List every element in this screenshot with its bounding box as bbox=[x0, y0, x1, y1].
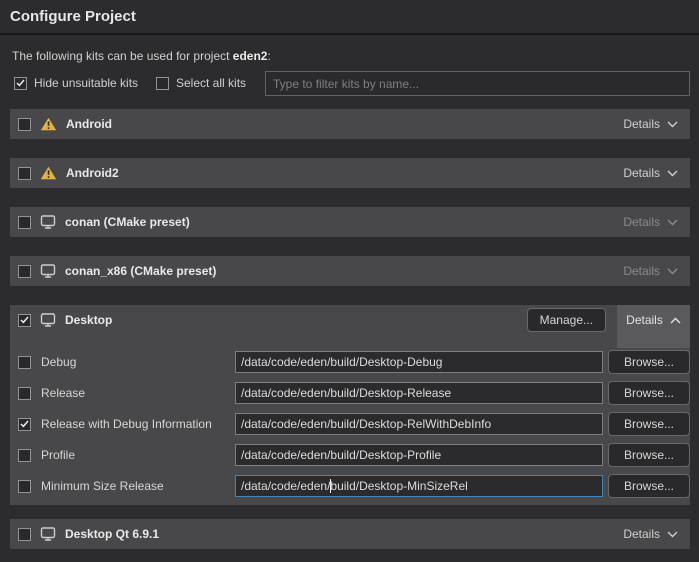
intro-text: The following kits can be used for proje… bbox=[12, 49, 271, 63]
kit-row-conan-x86: conan_x86 (CMake preset) Details bbox=[10, 256, 690, 286]
config-label: Profile bbox=[41, 448, 235, 462]
details-button-desktop-qt[interactable]: Details bbox=[623, 527, 690, 541]
kit-name: Android2 bbox=[66, 166, 119, 180]
chevron-down-icon bbox=[667, 531, 678, 538]
config-checkbox[interactable] bbox=[18, 356, 31, 369]
build-path-input-debug[interactable] bbox=[235, 351, 603, 373]
kit-name: Desktop bbox=[65, 313, 112, 327]
browse-button-profile[interactable]: Browse... bbox=[608, 443, 690, 467]
browse-button-relwithdebinfo[interactable]: Browse... bbox=[608, 412, 690, 436]
build-path-wrap bbox=[235, 444, 603, 466]
kit-row-desktop: Desktop Manage... Details bbox=[10, 305, 690, 335]
kit-name: conan (CMake preset) bbox=[65, 215, 190, 229]
config-checkbox[interactable] bbox=[18, 449, 31, 462]
checkbox-icon bbox=[156, 77, 169, 90]
build-path-wrap bbox=[235, 475, 603, 497]
intro-suffix: : bbox=[267, 49, 270, 63]
browse-button-minsizerel[interactable]: Browse... bbox=[608, 474, 690, 498]
kit-card-desktop: Desktop Manage... Details Debug Browse..… bbox=[10, 305, 690, 505]
intro-prefix: The following kits can be used for proje… bbox=[12, 49, 233, 63]
config-row-release: Release Browse... bbox=[18, 381, 690, 405]
kit-checkbox[interactable] bbox=[18, 528, 31, 541]
page-title: Configure Project bbox=[10, 8, 136, 25]
config-checkbox[interactable] bbox=[18, 387, 31, 400]
kit-filter-input[interactable] bbox=[265, 71, 690, 96]
config-checkbox[interactable] bbox=[18, 418, 31, 431]
chevron-down-icon bbox=[667, 121, 678, 128]
chevron-down-icon bbox=[667, 268, 678, 275]
text-cursor bbox=[330, 479, 331, 493]
chevron-down-icon bbox=[667, 170, 678, 177]
hide-unsuitable-kits-checkbox[interactable]: Hide unsuitable kits bbox=[14, 76, 138, 90]
checkbox-icon bbox=[14, 77, 27, 90]
kit-checkbox[interactable] bbox=[18, 167, 31, 180]
select-all-kits-checkbox[interactable]: Select all kits bbox=[156, 76, 246, 90]
config-label: Release with Debug Information bbox=[41, 417, 235, 431]
kit-row-android: Android Details bbox=[10, 109, 690, 139]
kit-checkbox[interactable] bbox=[18, 118, 31, 131]
details-label: Details bbox=[626, 313, 663, 327]
kit-name: conan_x86 (CMake preset) bbox=[65, 264, 216, 278]
desktop-icon bbox=[40, 313, 56, 327]
config-row-debug: Debug Browse... bbox=[18, 350, 690, 374]
check-icon bbox=[16, 79, 25, 87]
check-icon bbox=[20, 316, 29, 324]
desktop-icon bbox=[40, 527, 56, 541]
kit-row-android2: Android2 Details bbox=[10, 158, 690, 188]
warning-icon bbox=[40, 117, 57, 131]
kit-name: Android bbox=[66, 117, 112, 131]
build-path-wrap bbox=[235, 413, 603, 435]
details-button-desktop[interactable]: Details bbox=[617, 305, 690, 335]
details-label: Details bbox=[623, 264, 660, 278]
chevron-down-icon bbox=[667, 219, 678, 226]
chevron-up-icon bbox=[670, 317, 681, 324]
details-label: Details bbox=[623, 166, 660, 180]
details-button-android2[interactable]: Details bbox=[623, 166, 690, 180]
config-label: Release bbox=[41, 386, 235, 400]
project-name: eden2 bbox=[233, 49, 268, 63]
desktop-icon bbox=[40, 264, 56, 278]
details-button-conan[interactable]: Details bbox=[623, 215, 690, 229]
details-label: Details bbox=[623, 117, 660, 131]
kit-checkbox[interactable] bbox=[18, 314, 31, 327]
hide-unsuitable-kits-label: Hide unsuitable kits bbox=[34, 76, 138, 90]
kit-checkbox[interactable] bbox=[18, 216, 31, 229]
browse-button-release[interactable]: Browse... bbox=[608, 381, 690, 405]
details-button-conan-x86[interactable]: Details bbox=[623, 264, 690, 278]
details-label: Details bbox=[623, 215, 660, 229]
desktop-icon bbox=[40, 215, 56, 229]
build-path-input-minsizerel[interactable] bbox=[235, 475, 603, 497]
title-divider bbox=[0, 33, 699, 35]
details-button-android[interactable]: Details bbox=[623, 117, 690, 131]
config-row-relwithdebinfo: Release with Debug Information Browse... bbox=[18, 412, 690, 436]
config-checkbox[interactable] bbox=[18, 480, 31, 493]
manage-kits-button[interactable]: Manage... bbox=[527, 308, 606, 332]
kit-row-desktop-qt: Desktop Qt 6.9.1 Details bbox=[10, 519, 690, 549]
config-label: Minimum Size Release bbox=[41, 479, 235, 493]
config-label: Debug bbox=[41, 355, 235, 369]
config-row-profile: Profile Browse... bbox=[18, 443, 690, 467]
build-path-input-release[interactable] bbox=[235, 382, 603, 404]
build-path-input-profile[interactable] bbox=[235, 444, 603, 466]
kit-checkbox[interactable] bbox=[18, 265, 31, 278]
check-icon bbox=[20, 420, 29, 428]
details-label: Details bbox=[623, 527, 660, 541]
browse-button-debug[interactable]: Browse... bbox=[608, 350, 690, 374]
kit-row-conan: conan (CMake preset) Details bbox=[10, 207, 690, 237]
build-path-wrap bbox=[235, 351, 603, 373]
select-all-kits-label: Select all kits bbox=[176, 76, 246, 90]
build-path-input-relwithdebinfo[interactable] bbox=[235, 413, 603, 435]
config-row-minsizerel: Minimum Size Release Browse... bbox=[18, 474, 690, 498]
warning-icon bbox=[40, 166, 57, 180]
kit-name: Desktop Qt 6.9.1 bbox=[65, 527, 159, 541]
build-path-wrap bbox=[235, 382, 603, 404]
